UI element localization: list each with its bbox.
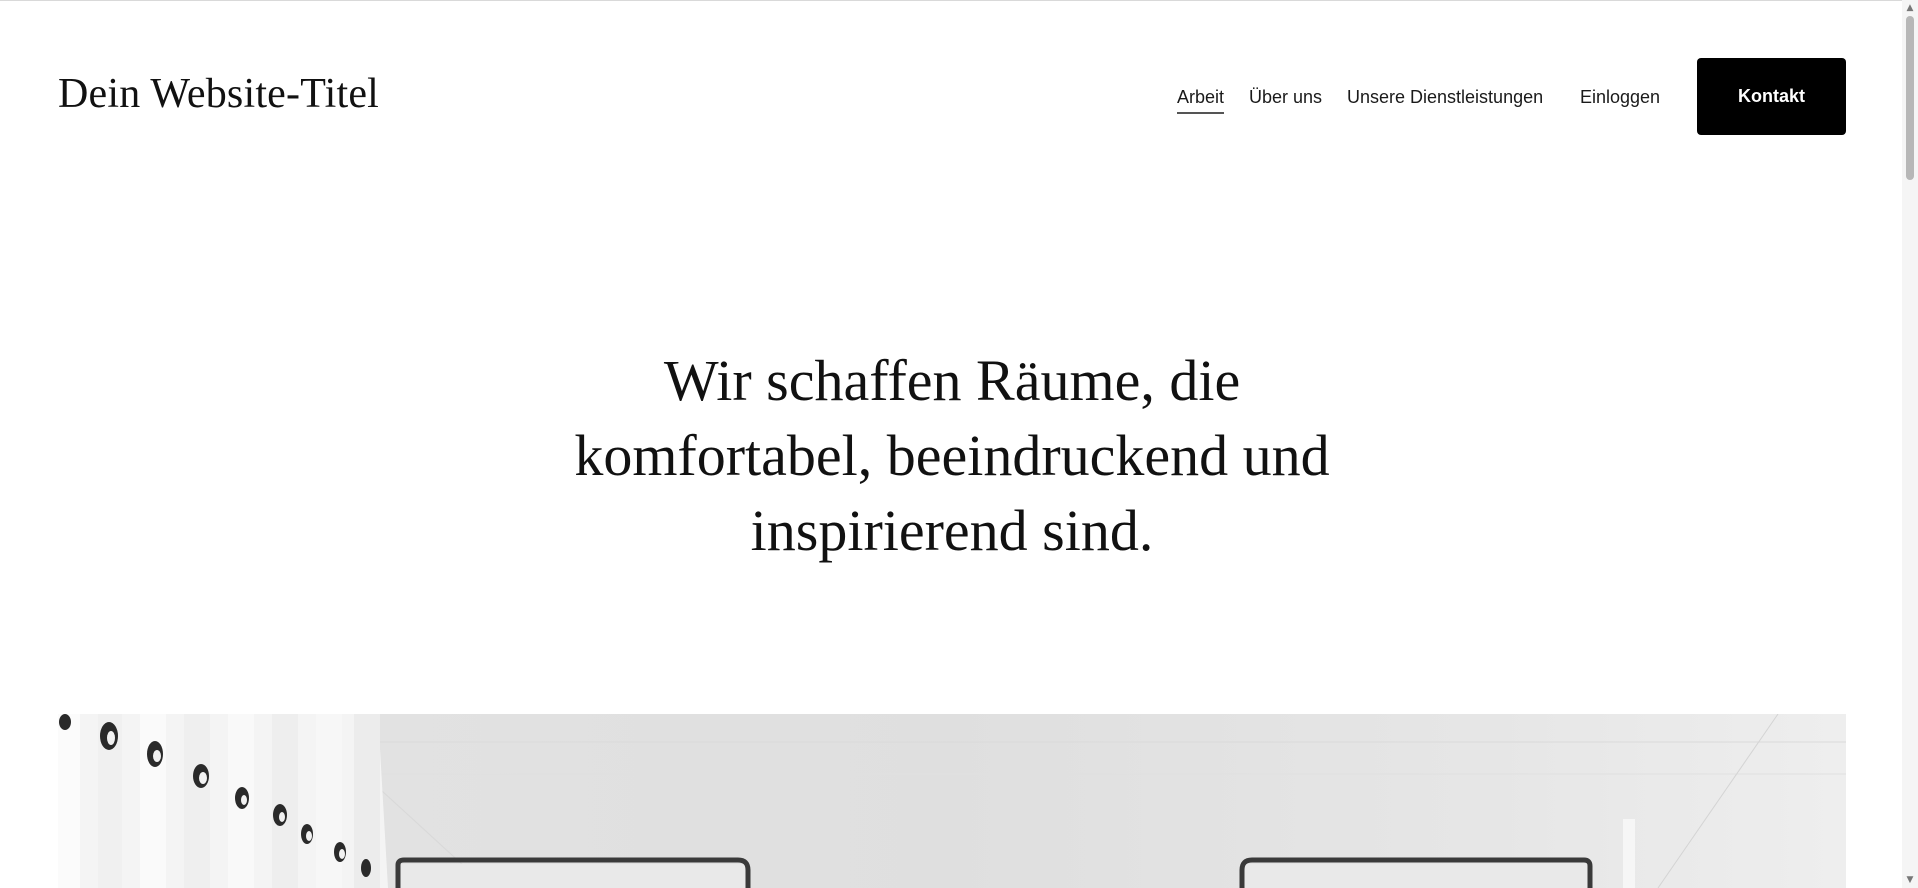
room-photo-illustration xyxy=(58,714,1846,888)
hero-line-1: Wir schaffen Räume, die xyxy=(663,348,1241,413)
right-window-frame xyxy=(1239,857,1593,888)
login-link[interactable]: Einloggen xyxy=(1580,82,1660,112)
hero-image xyxy=(58,714,1846,888)
site-title[interactable]: Dein Website-Titel xyxy=(58,68,379,120)
left-window-frame xyxy=(395,857,751,888)
top-border xyxy=(0,0,1902,1)
scroll-down-arrow-icon[interactable]: ▼ xyxy=(1902,873,1918,887)
hero-heading: Wir schaffen Räume, die komfortabel, bee… xyxy=(500,343,1404,568)
nav-link-ueber-uns[interactable]: Über uns xyxy=(1249,82,1322,112)
scroll-up-arrow-icon[interactable]: ▲ xyxy=(1902,1,1918,15)
contact-button[interactable]: Kontakt xyxy=(1697,58,1846,135)
nav-link-arbeit[interactable]: Arbeit xyxy=(1177,82,1225,114)
scrollbar-thumb[interactable] xyxy=(1906,16,1914,180)
nav-link-dienstleistungen[interactable]: Unsere Dienstleistungen xyxy=(1347,82,1543,112)
hero-line-2: komfortabel, beeindruckend und xyxy=(574,423,1330,488)
hero-line-3: inspirierend sind. xyxy=(750,498,1154,563)
